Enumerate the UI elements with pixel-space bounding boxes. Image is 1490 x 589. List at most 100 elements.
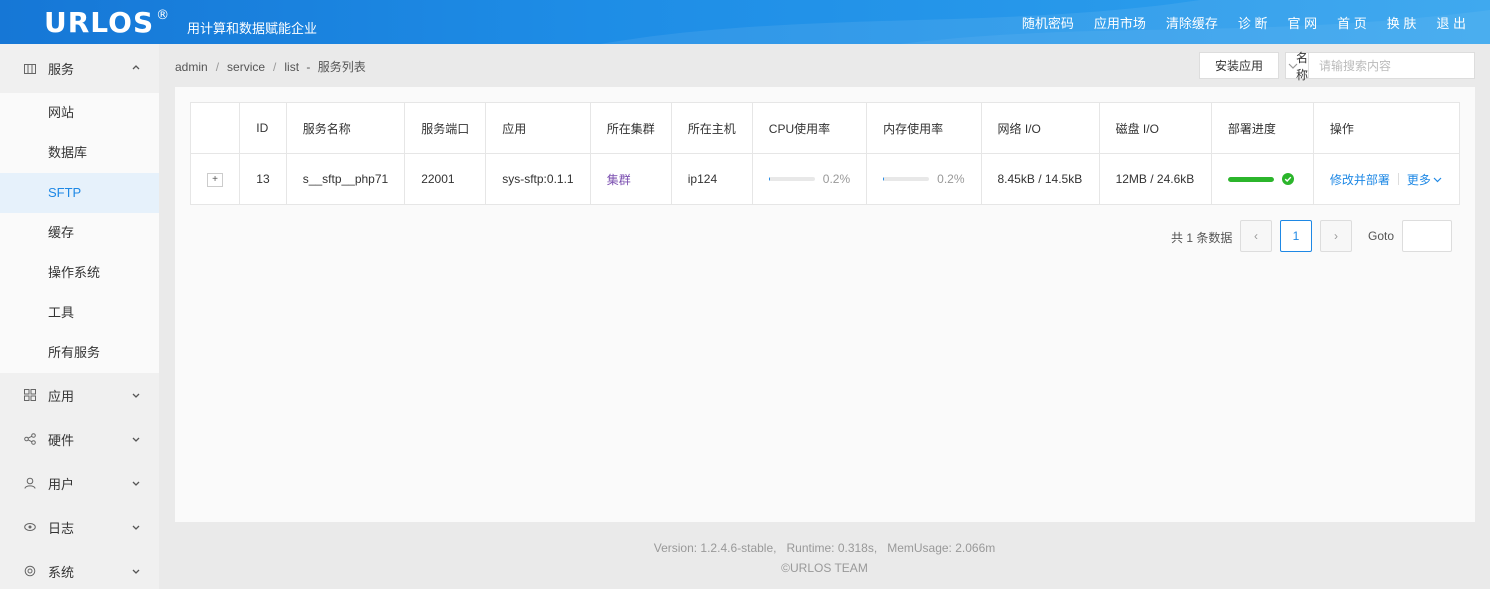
sidebar-item-os[interactable]: 操作系统 [0,253,159,293]
nav-skin[interactable]: 换 肤 [1387,13,1417,32]
cell-port: 22001 [404,153,487,205]
col-host: 所在主机 [670,102,753,154]
search-input[interactable] [1309,53,1475,78]
pagination-prev-button[interactable]: ‹ [1240,220,1272,252]
pagination-next-button[interactable]: › [1320,220,1352,252]
sidebar-item-all-services[interactable]: 所有服务 [0,333,159,373]
col-app: 应用 [485,102,591,154]
install-app-button[interactable]: 安装应用 [1199,52,1279,79]
deploy-progress [1227,173,1297,185]
sidebar-group-system[interactable]: 系统 [0,549,159,589]
nav-random-password[interactable]: 随机密码 [1022,13,1074,32]
table-header-row: ID 服务名称 服务端口 应用 所在集群 所在主机 CPU使用率 内存使用率 网… [189,102,1461,154]
cell-host: ip124 [670,153,753,205]
nav-official-site[interactable]: 官 网 [1288,13,1318,32]
breadcrumb-list[interactable]: list [284,60,299,74]
sidebar-submenu-service: 网站 数据库 SFTP 缓存 操作系统 工具 所有服务 [0,93,159,373]
cell-network-io: 8.45kB / 14.5kB [980,153,1100,205]
sidebar-group-service[interactable]: 服务 [0,44,159,93]
sidebar-group-hardware[interactable]: 硬件 [0,417,159,461]
brand-slogan: 用计算和数据赋能企业 [187,21,318,36]
memory-usage: 0.2% [883,172,965,186]
pagination: 共 1 条数据 ‹ 1 › Goto [175,220,1475,252]
sidebar-item-database[interactable]: 数据库 [0,133,159,173]
col-deploy-progress: 部署进度 [1210,102,1314,154]
nav-app-market[interactable]: 应用市场 [1094,13,1146,32]
eye-icon [24,523,36,531]
sidebar-group-label: 服务 [48,62,75,77]
sidebar-item-tools[interactable]: 工具 [0,293,159,333]
service-table: ID 服务名称 服务端口 应用 所在集群 所在主机 CPU使用率 内存使用率 网… [189,102,1461,205]
chevron-down-icon [132,569,140,574]
top-header: URLOS ® 用计算和数据赋能企业 随机密码 应用市场 清除缓存 诊 断 官 网… [0,0,1490,44]
col-service-name: 服务名称 [285,102,406,154]
row-actions: 修改并部署 更多 [1330,171,1443,188]
col-network-io: 网络 I/O [980,102,1100,154]
apps-icon [24,389,36,401]
deploy-progress-bar [1227,176,1274,182]
breadcrumb-page: 服务列表 [317,60,366,74]
chevron-down-icon [132,481,140,486]
settings-icon [24,565,36,577]
sidebar-item-website[interactable]: 网站 [0,93,159,133]
share-icon [24,433,36,445]
cpu-usage-value: 0.2% [822,172,851,186]
pagination-total: 共 1 条数据 [1171,231,1233,245]
footer-version: Version: 1.2.4.6-stable, Runtime: 0.318s… [653,541,996,555]
expand-row-button[interactable]: + [207,173,223,187]
breadcrumb-admin[interactable]: admin [175,60,208,74]
sidebar: 服务 网站 数据库 SFTP 缓存 操作系统 工具 所有服务 应用 硬件 用户 … [0,44,159,589]
memory-usage-value: 0.2% [937,172,965,186]
memory-usage-bar [883,177,930,181]
breadcrumb-service[interactable]: service [227,60,265,74]
breadcrumb: admin / service / list - 服务列表 [175,60,366,74]
footer: Version: 1.2.4.6-stable, Runtime: 0.318s… [159,538,1490,578]
sidebar-group-label: 用户 [48,476,75,492]
cpu-usage: 0.2% [768,172,851,186]
col-cluster: 所在集群 [589,102,672,154]
nav-logout[interactable]: 退 出 [1436,13,1466,32]
nav-home[interactable]: 首 页 [1337,13,1367,32]
edit-deploy-link[interactable]: 修改并部署 [1330,171,1390,188]
grid-icon [24,63,36,74]
top-nav: 随机密码 应用市场 清除缓存 诊 断 官 网 首 页 换 肤 退 出 [1002,0,1466,44]
sidebar-group-logs[interactable]: 日志 [0,505,159,549]
cell-disk-io: 12MB / 24.6kB [1098,153,1212,205]
col-cpu: CPU使用率 [751,102,868,154]
brand-logo[interactable]: URLOS ® [44,6,170,39]
sidebar-item-sftp[interactable]: SFTP [0,173,159,213]
breadcrumb-dash: - [306,60,311,74]
sidebar-group-label: 系统 [48,564,75,580]
user-icon [24,477,36,489]
table-row: + 13 s__sftp__php71 22001 sys-sftp:0.1.1… [189,153,1461,205]
sidebar-group-apps[interactable]: 应用 [0,373,159,417]
col-actions: 操作 [1312,102,1461,154]
pagination-page-1[interactable]: 1 [1280,220,1312,252]
chevron-down-icon [132,393,140,398]
nav-diagnose[interactable]: 诊 断 [1238,13,1268,32]
check-circle-icon [1281,173,1294,185]
sidebar-group-label: 硬件 [48,432,75,448]
sidebar-item-cache[interactable]: 缓存 [0,213,159,253]
chevron-down-icon [132,525,140,530]
col-service-port: 服务端口 [404,102,487,154]
chevron-down-icon [1288,63,1298,69]
search-field-select[interactable]: 名称 [1286,51,1310,82]
col-id: ID [239,102,287,154]
cell-service-name: s__sftp__php71 [285,153,406,205]
pagination-goto-input[interactable] [1402,220,1452,252]
col-expand [189,102,241,154]
col-disk-io: 磁盘 I/O [1098,102,1212,154]
chevron-down-icon [1433,177,1442,183]
cell-id: 13 [239,153,287,205]
cpu-usage-bar [768,177,815,181]
sidebar-group-label: 日志 [48,520,75,536]
sidebar-group-users[interactable]: 用户 [0,461,159,505]
sidebar-group-label: 应用 [48,388,75,404]
more-dropdown[interactable]: 更多 [1407,171,1442,188]
chevron-up-icon [132,65,140,70]
nav-clear-cache[interactable]: 清除缓存 [1166,13,1218,32]
col-memory: 内存使用率 [866,102,982,154]
cluster-link[interactable]: 集群 [607,173,631,187]
content-panel: ID 服务名称 服务端口 应用 所在集群 所在主机 CPU使用率 内存使用率 网… [175,87,1475,522]
